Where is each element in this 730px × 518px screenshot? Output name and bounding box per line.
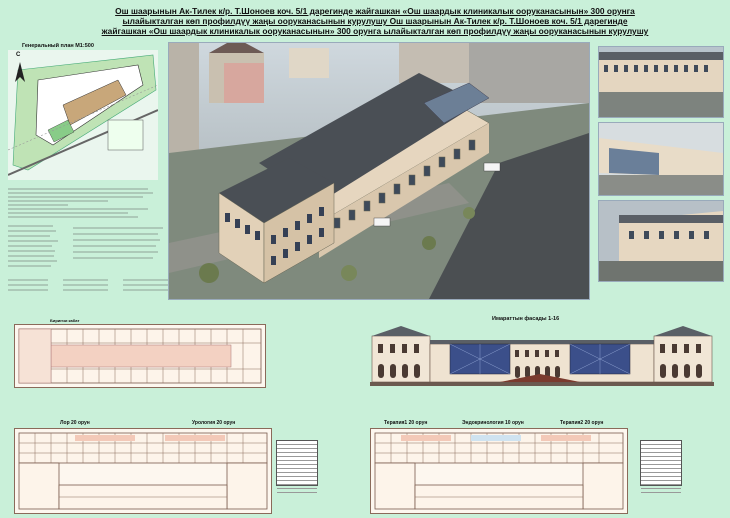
site-legend	[8, 222, 168, 274]
lor-label: Лор 20 орун	[60, 420, 90, 426]
north-arrow-icon	[14, 62, 26, 84]
ground-plan-label: Биринчи кабат	[50, 318, 80, 323]
floor-plan-therapy	[370, 428, 628, 514]
site-plan-drawing	[7, 50, 159, 180]
compass-label: С	[16, 52, 21, 58]
facade-title: Имараттын фасады 1-16	[492, 316, 560, 322]
title-line-1: Ош шаарынын Ак-Тилек к/р. Т.Шоноев коч. …	[115, 6, 635, 16]
title-line-3: жайгашкан «Ош шаардык клиникалык оорукан…	[101, 26, 649, 36]
site-plan: С	[7, 50, 159, 180]
therapy1-label: Терапия1 20 орун	[384, 420, 428, 426]
endocrinology-label: Эндокринология 10 орун	[462, 420, 524, 426]
floor-plan-lor-urology	[14, 428, 272, 514]
therapy2-label: Терапия2 20 орун	[560, 420, 604, 426]
side-render-3	[598, 200, 724, 282]
side-render-2	[598, 122, 724, 196]
aerial-render-image	[169, 43, 589, 299]
side-render-1	[598, 46, 724, 118]
signature-block	[8, 276, 168, 298]
facade-elevation	[370, 326, 714, 386]
site-plan-label: Генеральный план М1:500	[22, 43, 94, 49]
room-schedule-left	[276, 440, 318, 493]
aerial-render	[168, 42, 590, 300]
site-description-text	[8, 186, 158, 220]
urology-label: Урология 20 орун	[192, 420, 236, 426]
ground-floor-plan	[14, 324, 266, 388]
room-schedule-right	[640, 440, 682, 493]
title-line-2: ылайыкталган көп профилдүү жаңы оорукана…	[122, 16, 628, 26]
poster-title: Ош шаарынын Ак-Тилек к/р. Т.Шоноев коч. …	[30, 6, 720, 36]
